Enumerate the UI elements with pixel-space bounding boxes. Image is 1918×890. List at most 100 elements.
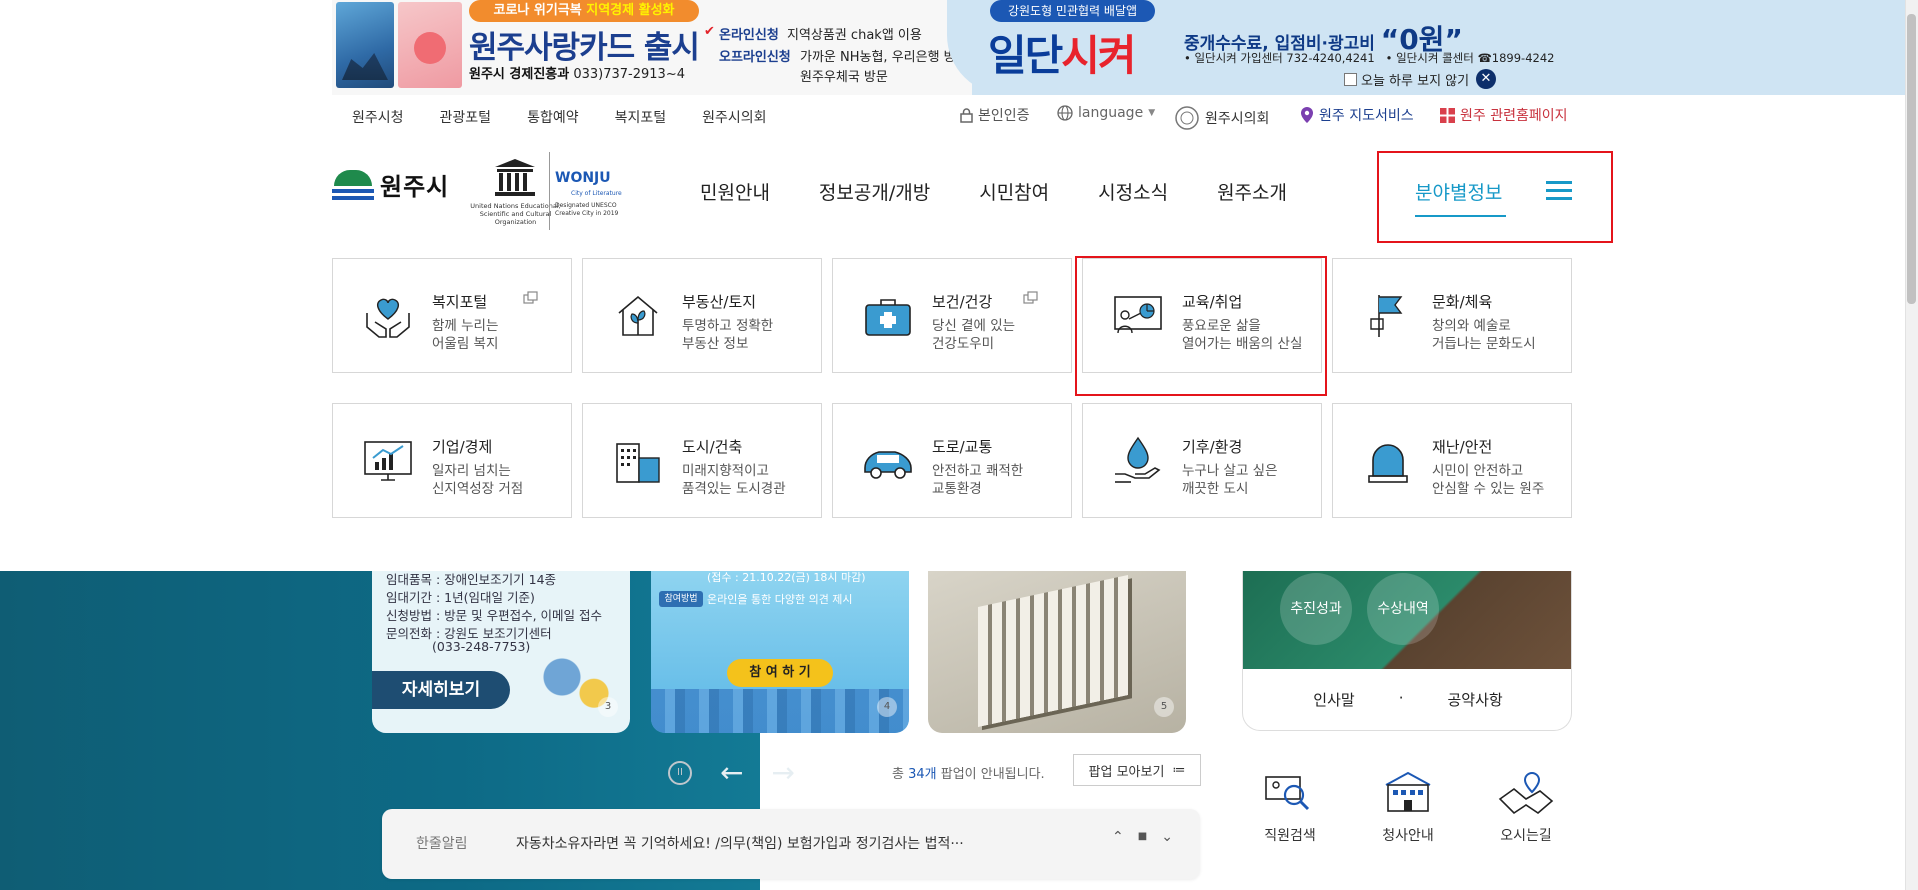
tile-culture[interactable]: 문화/체육 창의와 예술로 거듭나는 문화도시 [1332, 258, 1572, 373]
tile-environment[interactable]: 기후/환경 누구나 살고 싶은 깨끗한 도시 [1082, 403, 1322, 518]
nav-city-news[interactable]: 시정소식 [1098, 178, 1168, 205]
nav-citizen-participation[interactable]: 시민참여 [979, 178, 1049, 205]
notice-label: 한줄알림 [416, 836, 468, 852]
city-of-literature: City of Literature [571, 190, 622, 197]
tile-title: 복지포털 [432, 293, 488, 311]
tile-title: 부동산/토지 [682, 293, 757, 311]
arrow-right-icon[interactable]: → [771, 759, 794, 787]
popup-all-button[interactable]: 팝업 모아보기 ≔ [1073, 754, 1201, 786]
greeting-link[interactable]: 인사말 [1313, 689, 1354, 710]
highlight-box-education [1075, 256, 1327, 396]
wonju-logo[interactable]: 원주시 [332, 167, 449, 202]
map-service-link[interactable]: 원주 지도서비스 [1300, 105, 1414, 125]
wonju-emblem-icon [332, 169, 374, 200]
auth-link[interactable]: 본인인증 [960, 105, 1030, 125]
external-link-icon [1023, 291, 1038, 304]
map-pin-icon [1301, 107, 1313, 123]
house-sprout-icon [618, 295, 658, 336]
arrow-left-icon[interactable]: ← [720, 759, 743, 787]
card-image-2 [398, 2, 462, 88]
tile-desc: 미래지향적이고 품격있는 도시경관 [682, 463, 786, 497]
link-separator: · [1398, 689, 1404, 707]
chevron-up-icon[interactable]: ⌃ [1112, 829, 1124, 845]
tile-transport[interactable]: 도로/교통 안전하고 쾌적한 교통환경 [832, 403, 1072, 518]
popup-assistive-devices[interactable]: 임대품목 : 장애인보조기기 14종 임대기간 : 1년(임대일 기준) 신청방… [372, 571, 630, 733]
nav-about-wonju[interactable]: 원주소개 [1217, 178, 1287, 205]
first-aid-kit-icon [865, 299, 911, 336]
monitor-chart-icon [364, 441, 412, 481]
offline-value-2: 원주우체국 방문 [800, 70, 888, 85]
popup-building[interactable]: 5 [928, 571, 1186, 733]
nav-civil-service[interactable]: 민원안내 [700, 178, 770, 205]
stop-icon[interactable]: ■ [1138, 829, 1147, 845]
caret-down-icon: ▼ [1148, 108, 1156, 118]
link-city-hall[interactable]: 원주시청 [352, 107, 404, 127]
tile-title: 도로/교통 [932, 438, 993, 456]
top-banner[interactable]: 코로나 위기극복 지역경제 활성화 원주사랑카드 출시 원주시 경제진흥과 03… [332, 0, 1917, 95]
banner-delivery-app[interactable]: 강원도형 민관협력 배달앱 일단시켜 중개수수료, 입점비·광고비 “0원” •… [947, 0, 1917, 95]
popup-text: 온라인을 통한 다양한 의견 제시 [707, 593, 853, 606]
notice-bar: 한줄알림 자동차소유자라면 꼭 기억하세요! /의무(책임) 보험가입과 정기검… [382, 809, 1200, 879]
link-integrated-reservation[interactable]: 통합예약 [527, 107, 579, 127]
popup-detail-button[interactable]: 자세히보기 [372, 671, 510, 709]
quick-building-guide[interactable]: 청사안내 [1373, 769, 1443, 845]
quick-staff-search[interactable]: 직원검색 [1255, 769, 1325, 845]
tile-desc: 안전하고 쾌적한 교통환경 [932, 463, 1024, 497]
notice-nav: ⌃ ■ ⌄ [1112, 829, 1173, 845]
wonju-wordmark: WONJU [555, 170, 611, 186]
chevron-down-icon[interactable]: ⌄ [1161, 829, 1173, 845]
buildings-icon [616, 443, 660, 483]
scrollbar-thumb[interactable] [1907, 14, 1916, 304]
car-icon [864, 451, 912, 479]
banner-close-button[interactable]: ✕ [1476, 69, 1496, 89]
pause-icon[interactable]: II [668, 761, 692, 785]
staff-search-icon [1265, 776, 1310, 811]
highlight-box-nav [1377, 151, 1613, 243]
tile-economy[interactable]: 기업/경제 일자리 넘치는 신지역성장 거점 [332, 403, 572, 518]
globe-icon [1057, 105, 1073, 121]
council-link[interactable]: 원주시의회 [1174, 105, 1269, 131]
main-content: 임대품목 : 장애인보조기기 14종 임대기간 : 1년(임대일 기준) 신청방… [0, 571, 1918, 890]
hide-today-checkbox[interactable]: 오늘 하루 보지 않기 [1344, 70, 1469, 89]
link-city-council[interactable]: 원주시의회 [702, 107, 766, 127]
banner-pill: 코로나 위기극복 지역경제 활성화 [469, 0, 699, 22]
tile-title: 도시/건축 [682, 438, 743, 456]
link-welfare-portal[interactable]: 복지포털 [615, 107, 667, 127]
tile-real-estate[interactable]: 부동산/토지 투명하고 정확한 부동산 정보 [582, 258, 822, 373]
nav-info-disclosure[interactable]: 정보공개/개방 [819, 178, 930, 205]
language-select[interactable]: language ▼ [1057, 105, 1155, 121]
notice-text[interactable]: 자동차소유자라면 꼭 기억하세요! /의무(책임) 보험가입과 정기검사는 법적… [516, 833, 964, 853]
unesco-caption: United Nations Educational, Scientific a… [470, 202, 561, 227]
tile-desc: 누구나 살고 싶은 깨끗한 도시 [1182, 463, 1278, 497]
link-tourism-portal[interactable]: 관광포털 [440, 107, 492, 127]
external-link-icon [523, 291, 538, 304]
achievements-button[interactable]: 추진성과 [1280, 573, 1352, 645]
offline-label: 오프라인신청 [719, 50, 791, 65]
water-drop-hand-icon [1115, 436, 1161, 483]
popup-opinion[interactable]: (접수 : 21.10.22(금) 18시 마감) 참여방법 온라인을 통한 다… [651, 571, 909, 733]
tile-welfare[interactable]: 복지포털 함께 누리는 어울림 복지 [332, 258, 572, 373]
tile-desc: 일자리 넘치는 신지역성장 거점 [432, 463, 524, 497]
awards-button[interactable]: 수상내역 [1367, 573, 1439, 645]
tile-safety[interactable]: 재난/안전 시민이 안전하고 안심할 수 있는 원주 [1332, 403, 1572, 518]
related-sites-link[interactable]: 원주 관련홈페이지 [1440, 105, 1568, 125]
utility-nav: 원주시청 관광포털 통합예약 복지포털 원주시의회 본인인증 language … [332, 95, 1572, 135]
tile-urban[interactable]: 도시/건축 미래지향적이고 품격있는 도시경관 [582, 403, 822, 518]
flag-hand-icon [1370, 295, 1403, 337]
checkbox-icon[interactable] [1344, 73, 1357, 86]
quick-directions[interactable]: 오시는길 [1491, 769, 1561, 845]
pledges-link[interactable]: 공약사항 [1447, 689, 1502, 710]
popup-participate-button[interactable]: 참 여 하 기 [727, 659, 833, 687]
unesco-temple-icon [495, 159, 535, 196]
logo-divider [549, 152, 550, 230]
banner-wonju-card[interactable]: 코로나 위기극복 지역경제 활성화 원주사랑카드 출시 원주시 경제진흥과 03… [332, 0, 972, 95]
tile-title: 문화/체육 [1432, 293, 1493, 311]
tile-desc: 창의와 예술로 거듭나는 문화도시 [1432, 318, 1536, 352]
tile-health[interactable]: 보건/건강 당신 곁에 있는 건강도우미 [832, 258, 1072, 373]
council-emblem-icon [1175, 106, 1199, 130]
banner-contact: 원주시 경제진흥과 033)737-2913~4 [469, 67, 685, 82]
family-site-links: 원주시청 관광포털 통합예약 복지포털 원주시의회 [352, 107, 803, 127]
mayor-links: 인사말 · 공약사항 [1243, 689, 1571, 710]
banner-title: 원주사랑카드 출시 [469, 30, 700, 66]
card-image-1 [336, 2, 394, 88]
